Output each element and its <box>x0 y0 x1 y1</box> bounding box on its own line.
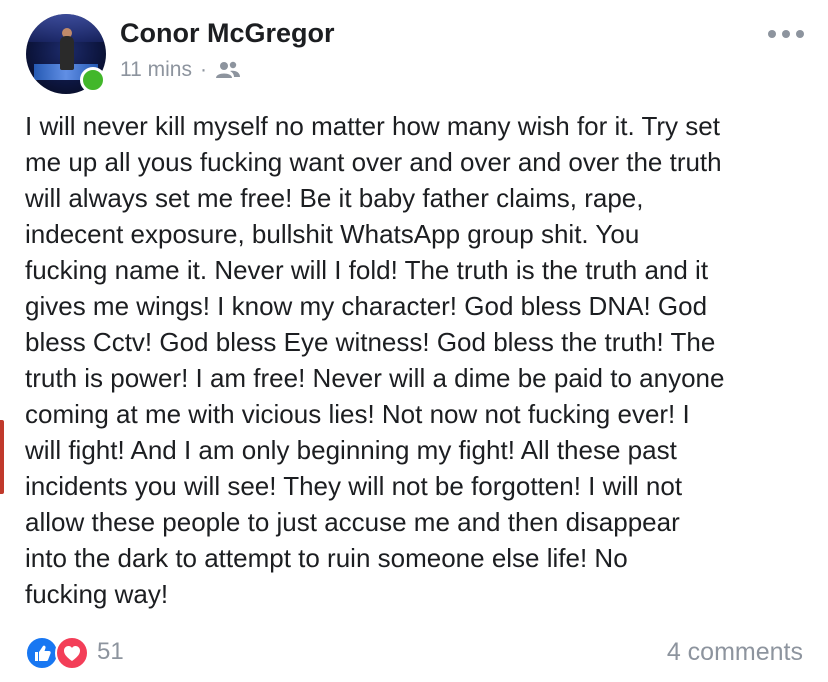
post-body: I will never kill myself no matter how m… <box>25 108 815 612</box>
post-text-line: will always set me free! Be it baby fath… <box>25 183 644 213</box>
more-options-icon[interactable] <box>768 30 804 42</box>
post-timestamp[interactable]: 11 mins <box>120 58 192 82</box>
post-text-line: bless Cctv! God bless Eye witness! God b… <box>25 327 716 357</box>
post-text-line: will fight! And I am only beginning my f… <box>25 435 677 465</box>
love-icon <box>55 636 89 670</box>
red-edge-mark <box>0 420 4 494</box>
post-text-line: fucking way! <box>25 579 169 609</box>
post-text-line: indecent exposure, bullshit WhatsApp gro… <box>25 219 640 249</box>
more-dot <box>796 30 804 38</box>
post-text-line: gives me wings! I know my character! God… <box>25 291 708 321</box>
like-icon <box>25 636 59 670</box>
facebook-post: Conor McGregor 11 mins · I will never ki… <box>0 0 828 682</box>
post-footer: 51 4 comments <box>25 632 805 672</box>
more-dot <box>768 30 776 38</box>
post-text-line: coming at me with vicious lies! Not now … <box>25 399 690 429</box>
author-name[interactable]: Conor McGregor <box>120 18 335 49</box>
comments-count-link[interactable]: 4 comments <box>667 638 803 667</box>
more-dot <box>782 30 790 38</box>
reaction-count[interactable]: 51 <box>97 638 124 666</box>
post-text-line: incidents you will see! They will not be… <box>25 471 683 501</box>
post-meta: 11 mins · <box>120 58 241 82</box>
post-text-line: I will never kill myself no matter how m… <box>25 111 720 141</box>
reactions-summary[interactable] <box>25 636 95 670</box>
online-status-indicator <box>80 67 106 93</box>
post-text-line: fucking name it. Never will I fold! The … <box>25 255 709 285</box>
meta-separator: · <box>199 58 207 81</box>
post-text-line: allow these people to just accuse me and… <box>25 507 680 537</box>
avatar-figure-body <box>60 36 74 70</box>
post-text-line: me up all yous fucking want over and ove… <box>25 147 722 177</box>
friends-icon[interactable] <box>215 60 241 80</box>
post-text-line: into the dark to attempt to ruin someone… <box>25 543 628 573</box>
post-text-line: truth is power! I am free! Never will a … <box>25 363 725 393</box>
